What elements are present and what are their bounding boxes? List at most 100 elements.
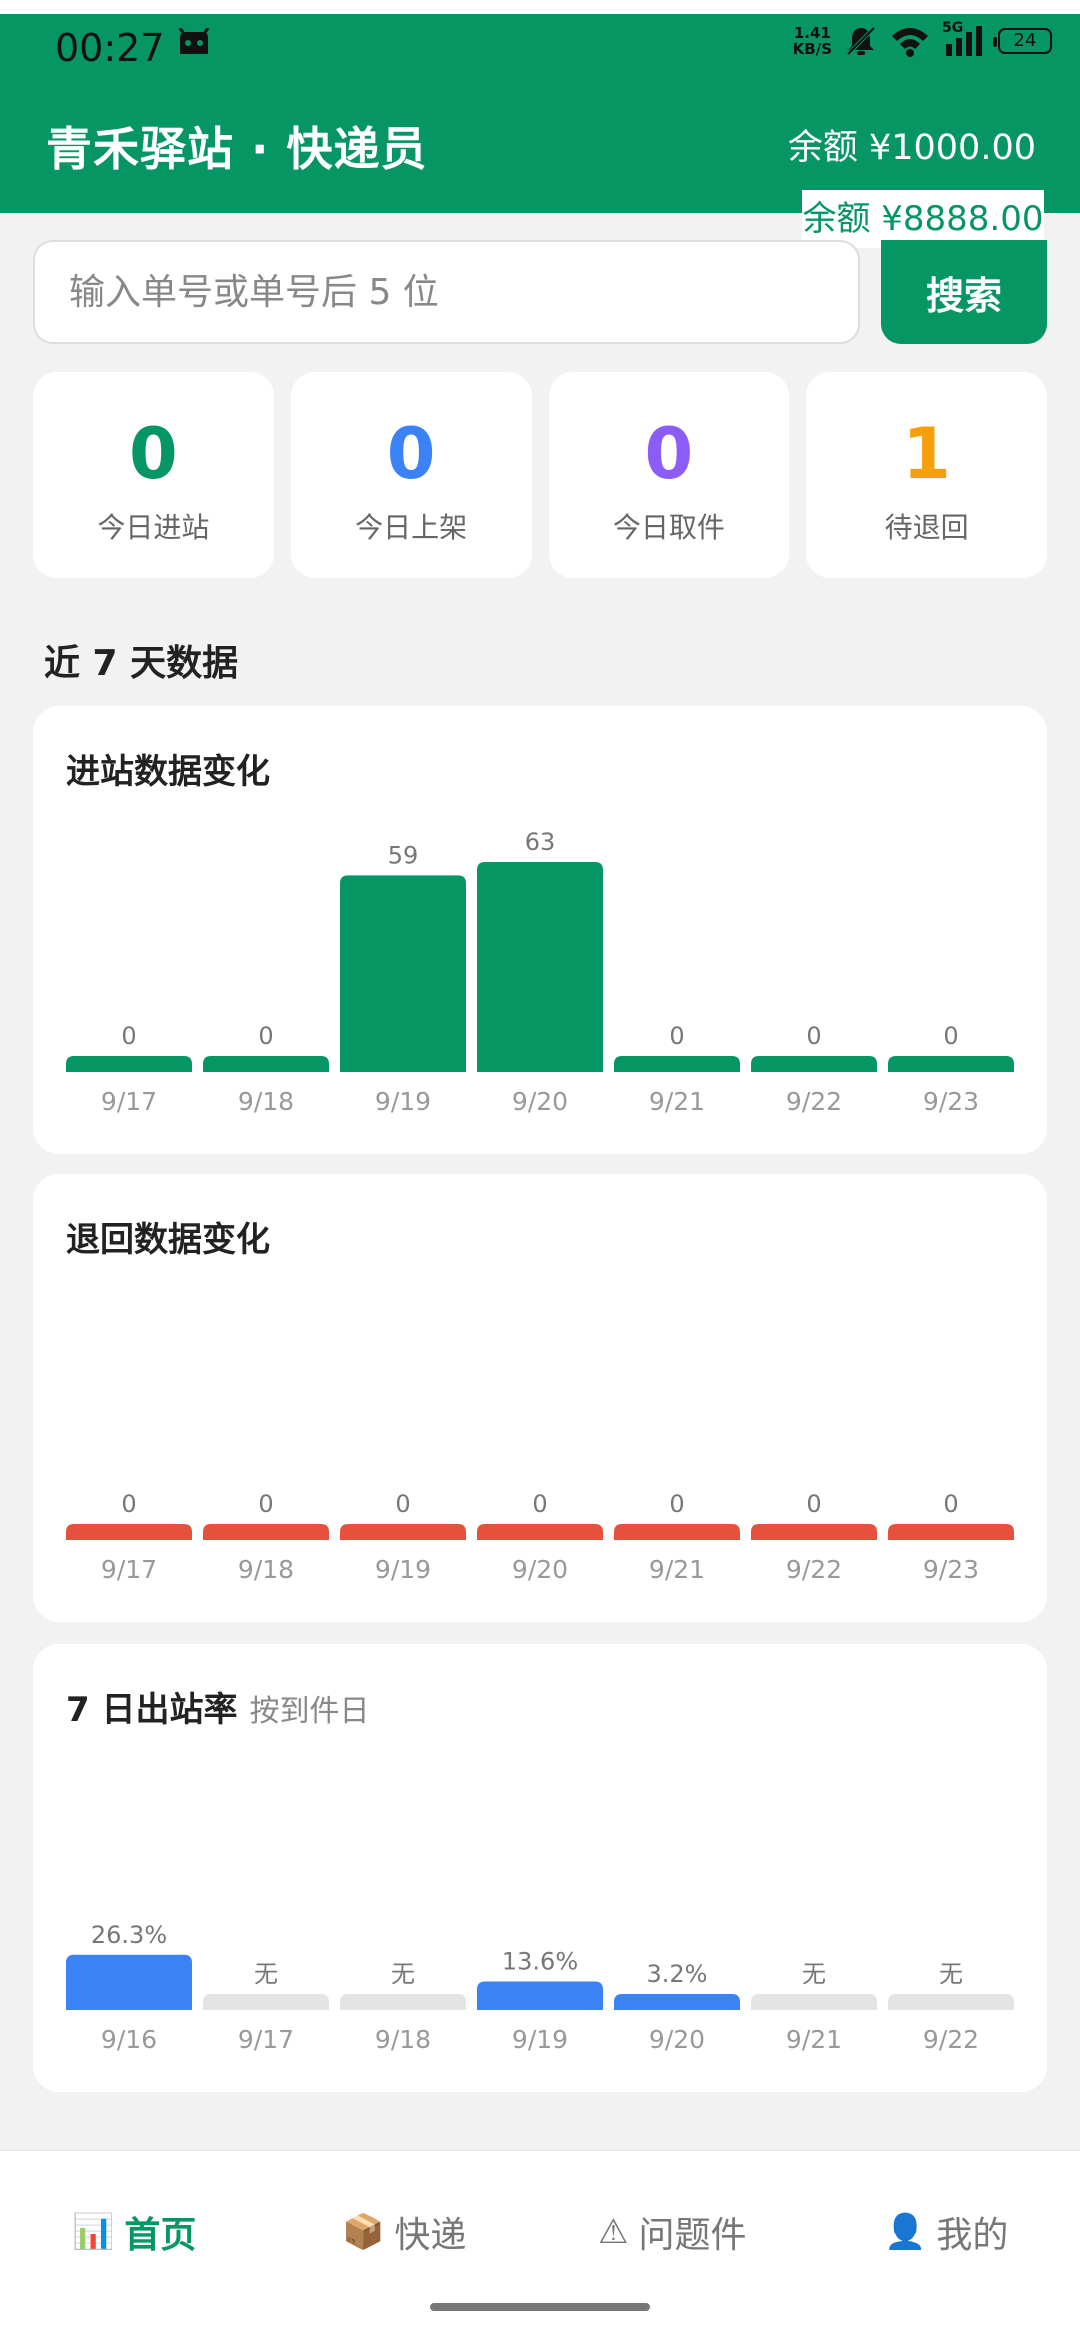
- x-tick-label: 9/22: [923, 2025, 979, 2054]
- bar-value-label: 0: [669, 1490, 684, 1518]
- page-title: 青禾驿站 · 快递员: [46, 122, 428, 176]
- bar-value-label: 13.6%: [502, 1947, 578, 1975]
- x-tick-label: 9/17: [101, 1555, 157, 1584]
- x-tick-label: 9/20: [512, 1555, 568, 1584]
- x-tick-label: 9/18: [375, 2025, 431, 2054]
- nav-express[interactable]: 📦 快递: [342, 2207, 466, 2257]
- bar: [66, 1954, 192, 2010]
- bar-value-label: 0: [943, 1490, 958, 1518]
- status-bar: 00:27 1.41 KB/S 5G 24: [0, 14, 1080, 89]
- bar: [888, 1056, 1014, 1072]
- outbound-rate-bar-chart: 26.3% 9/16 无 9/17 无 9/18 13.6% 9/19 3.2% 9/20 无 9/2…: [66, 1921, 1014, 2054]
- bar: [751, 1524, 877, 1540]
- x-tick-label: 9/20: [512, 1087, 568, 1116]
- x-tick-label: 9/17: [101, 1087, 157, 1116]
- network-speed-unit: KB/S: [792, 40, 832, 58]
- nav-label: 问题件: [638, 2215, 747, 2256]
- bar: [203, 1056, 329, 1072]
- bar-chart-icon: 📊: [72, 2212, 115, 2252]
- x-tick-label: 9/20: [649, 2025, 705, 2054]
- stat-label: 今日上架: [355, 511, 468, 544]
- bar-value-label: 0: [395, 1490, 410, 1518]
- stat-value: 0: [129, 413, 178, 495]
- nav-mine[interactable]: 👤 我的: [884, 2207, 1008, 2257]
- x-tick-label: 9/21: [649, 1555, 705, 1584]
- bar-value-label: 无: [802, 1960, 826, 1988]
- outbound-rate-chart-card: 7 日出站率 按到件日 26.3% 9/16 无 9/17 无 9/18 13.6% 9/19 3…: [33, 1644, 1047, 2092]
- bar: [614, 1994, 740, 2010]
- return-chart-card: 退回数据变化 0 9/17 0 9/18 0 9/19 0 9/20 0 9/21 0 9/22 0 9/…: [33, 1174, 1047, 1622]
- network-speed-value: 1.41: [793, 24, 831, 42]
- bar: [614, 1524, 740, 1540]
- x-tick-label: 9/16: [101, 2025, 157, 2054]
- stat-label: 今日进站: [97, 511, 210, 544]
- bar-value-label: 3.2%: [647, 1960, 708, 1988]
- bar: [477, 1981, 603, 2010]
- nav-problem[interactable]: ⚠ 问题件: [598, 2207, 747, 2257]
- bar-value-label: 0: [258, 1022, 273, 1050]
- wifi-icon: [892, 28, 928, 57]
- bar-value-label: 26.3%: [91, 1921, 167, 1949]
- x-tick-label: 9/18: [238, 1087, 294, 1116]
- x-tick-label: 9/17: [238, 2025, 294, 2054]
- x-tick-label: 9/19: [375, 1087, 431, 1116]
- bottom-nav: 📊 首页 📦 快递 ⚠ 问题件 👤 我的: [0, 2150, 1080, 2340]
- x-tick-label: 9/23: [923, 1087, 979, 1116]
- bar-value-label: 无: [254, 1960, 278, 1988]
- network-speed: 1.41 KB/S: [793, 25, 832, 57]
- top-strip: [0, 0, 1080, 14]
- bar: [888, 1994, 1014, 2010]
- header-balance: 余额 ¥1000.00: [787, 128, 1036, 168]
- nav-label: 我的: [936, 2215, 1009, 2256]
- user-icon: 👤: [884, 2212, 927, 2252]
- cellular-signal-icon: 5G: [942, 20, 986, 58]
- bar: [477, 862, 603, 1072]
- bar-value-label: 0: [121, 1022, 136, 1050]
- bar: [751, 1994, 877, 2010]
- bar: [340, 1524, 466, 1540]
- stat-value: 0: [644, 413, 694, 495]
- bar-value-label: 63: [525, 828, 556, 856]
- bar: [203, 1994, 329, 2010]
- bar: [340, 875, 466, 1072]
- return-bar-chart: 0 9/17 0 9/18 0 9/19 0 9/20 0 9/21 0 9/22 0 9/23: [66, 1490, 1014, 1584]
- stat-value: 0: [386, 413, 436, 495]
- bar-value-label: 0: [943, 1022, 958, 1050]
- bar: [751, 1056, 877, 1072]
- x-tick-label: 9/18: [238, 1555, 294, 1584]
- bar-value-label: 0: [806, 1022, 821, 1050]
- stats-row: 0 今日进站 0 今日上架 0 今日取件 1 待退回: [33, 372, 1047, 578]
- stat-card[interactable]: 0 今日进站: [33, 372, 274, 578]
- stat-label: 今日取件: [612, 511, 725, 544]
- bar-value-label: 0: [806, 1490, 821, 1518]
- search-button[interactable]: 搜索: [881, 240, 1047, 344]
- battery-indicator: 24: [993, 28, 1052, 54]
- stat-card[interactable]: 0 今日上架: [290, 372, 532, 578]
- x-tick-label: 9/19: [375, 1555, 431, 1584]
- stat-label: 待退回: [884, 511, 969, 544]
- warning-icon: ⚠: [598, 2212, 629, 2252]
- inbound-bar-chart: 0 9/17 0 9/18 59 9/19 63 9/20 0 9/21 0 9/22 0 9/23: [66, 828, 1014, 1116]
- bar: [203, 1524, 329, 1540]
- bar-value-label: 0: [121, 1490, 136, 1518]
- bar-value-label: 59: [388, 841, 419, 869]
- search-input[interactable]: [33, 240, 860, 344]
- x-tick-label: 9/22: [786, 1555, 842, 1584]
- nav-label: 快递: [394, 2215, 467, 2256]
- x-tick-label: 9/19: [512, 2025, 568, 2054]
- stat-card[interactable]: 0 今日取件: [548, 372, 790, 578]
- x-tick-label: 9/21: [649, 1087, 705, 1116]
- home-indicator[interactable]: [430, 2303, 650, 2311]
- nav-home[interactable]: 📊 首页: [72, 2207, 196, 2257]
- inbound-chart-card: 进站数据变化 0 9/17 0 9/18 59 9/19 63 9/20 0 9/21 0 9/22 0…: [33, 706, 1047, 1154]
- bar-value-label: 0: [669, 1022, 684, 1050]
- nav-label: 首页: [124, 2215, 197, 2256]
- bar: [477, 1524, 603, 1540]
- stat-value: 1: [902, 413, 951, 495]
- bar: [614, 1056, 740, 1072]
- search-bar: 搜索: [33, 240, 1047, 346]
- stat-card[interactable]: 1 待退回: [806, 372, 1047, 578]
- bell-muted-icon: [846, 26, 876, 56]
- x-tick-label: 9/22: [786, 1087, 842, 1116]
- package-icon: 📦: [342, 2212, 385, 2252]
